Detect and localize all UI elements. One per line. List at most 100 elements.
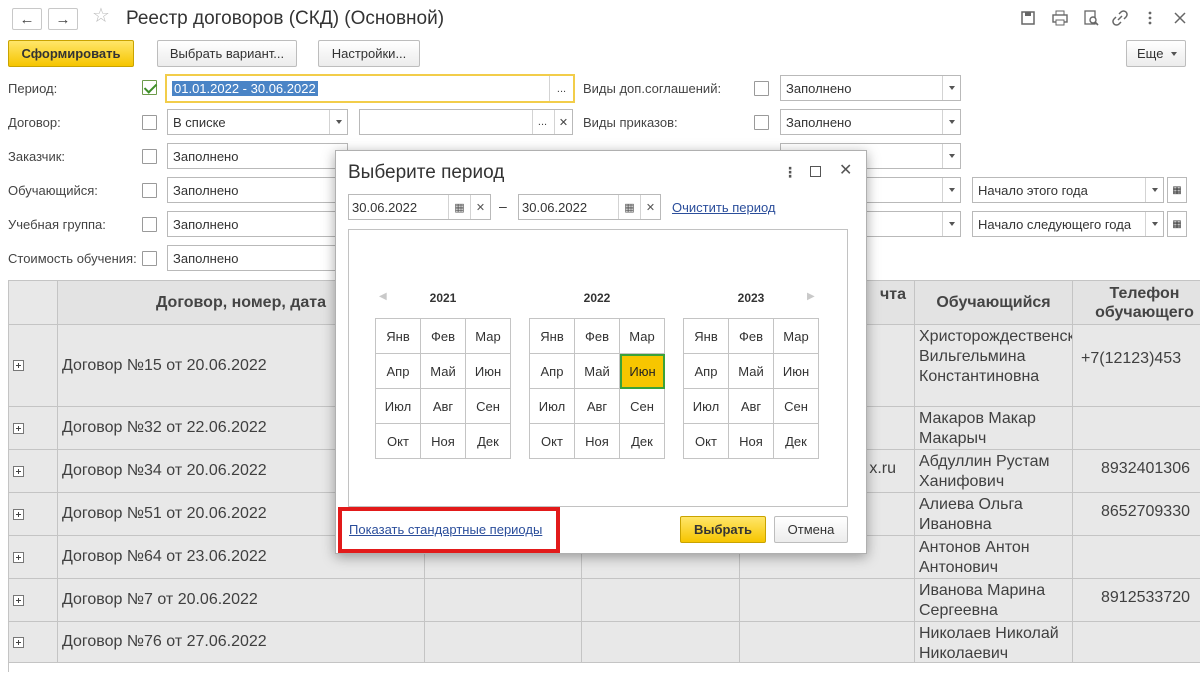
select-button[interactable]: Выбрать <box>680 516 766 543</box>
date-to-field[interactable]: 30.06.2022 ▦ ✕ <box>518 194 661 220</box>
expand-plus-icon[interactable] <box>13 595 24 606</box>
month-cell[interactable]: Ноя <box>729 424 774 459</box>
month-cell[interactable]: Июл <box>530 389 575 424</box>
expand-plus-icon[interactable] <box>13 423 24 434</box>
month-cell[interactable]: Сен <box>466 389 511 424</box>
contract-value-field[interactable]: ... ✕ <box>359 109 573 135</box>
date-from-field[interactable]: 30.06.2022 ▦ ✕ <box>348 194 491 220</box>
month-cell[interactable]: Янв <box>684 319 729 354</box>
expand-plus-icon[interactable] <box>13 360 24 371</box>
dropdown-arrow-icon[interactable] <box>942 178 960 202</box>
calendar-icon[interactable]: ▦ <box>448 195 470 219</box>
month-cell[interactable]: Авг <box>729 389 774 424</box>
expand-plus-icon[interactable] <box>13 637 24 648</box>
dialog-more-icon[interactable]: ⋮ <box>783 165 797 179</box>
contract-comparison-select[interactable]: В списке <box>167 109 348 135</box>
choose-variant-button[interactable]: Выбрать вариант... <box>157 40 297 67</box>
month-cell[interactable]: Май <box>575 354 620 389</box>
month-cell[interactable]: Июл <box>376 389 421 424</box>
back-button[interactable]: ← <box>12 8 42 30</box>
month-cell[interactable]: Мар <box>620 319 665 354</box>
contract-clear-icon[interactable]: ✕ <box>554 110 572 134</box>
month-cell[interactable]: Сен <box>774 389 819 424</box>
month-cell[interactable]: Май <box>729 354 774 389</box>
month-cell[interactable]: Авг <box>421 389 466 424</box>
month-cell[interactable]: Окт <box>684 424 729 459</box>
month-cell[interactable]: Мар <box>466 319 511 354</box>
month-cell[interactable]: Фев <box>729 319 774 354</box>
calendar-icon[interactable]: ▦ <box>1167 211 1187 237</box>
month-cell[interactable]: Мар <box>774 319 819 354</box>
generate-button[interactable]: Сформировать <box>8 40 134 67</box>
contract-checkbox[interactable] <box>142 115 157 130</box>
month-cell[interactable]: Авг <box>575 389 620 424</box>
clear-icon[interactable]: ✕ <box>470 195 490 219</box>
maximize-icon[interactable] <box>810 166 821 177</box>
settings-button[interactable]: Настройки... <box>318 40 420 67</box>
student-select[interactable]: Заполнено <box>167 177 348 203</box>
next-year-start-select[interactable]: Начало следующего года <box>972 211 1164 237</box>
calendar-icon[interactable]: ▦ <box>618 195 640 219</box>
year-start-select[interactable]: Начало этого года <box>972 177 1164 203</box>
close-icon[interactable] <box>1172 10 1188 26</box>
agreements-select[interactable]: Заполнено <box>780 75 961 101</box>
cancel-button[interactable]: Отмена <box>774 516 848 543</box>
month-cell[interactable]: Дек <box>774 424 819 459</box>
dropdown-arrow-icon[interactable] <box>942 212 960 236</box>
month-cell[interactable]: Окт <box>530 424 575 459</box>
clear-period-link[interactable]: Очистить период <box>672 200 776 215</box>
month-cell[interactable]: Июн <box>466 354 511 389</box>
agreements-checkbox[interactable] <box>754 81 769 96</box>
save-icon[interactable] <box>1020 10 1036 26</box>
month-cell[interactable]: Дек <box>466 424 511 459</box>
period-field[interactable]: 01.01.2022 - 30.06.2022 ... <box>165 74 575 103</box>
dropdown-arrow-icon[interactable] <box>329 110 347 134</box>
month-cell[interactable]: Июн <box>774 354 819 389</box>
month-cell-selected[interactable]: Июн <box>620 354 665 389</box>
month-cell[interactable]: Апр <box>376 354 421 389</box>
cost-checkbox[interactable] <box>142 251 157 266</box>
dropdown-arrow-icon[interactable] <box>942 76 960 100</box>
student-checkbox[interactable] <box>142 183 157 198</box>
find-icon[interactable] <box>1083 10 1099 26</box>
calendar-icon[interactable]: ▦ <box>1167 177 1187 203</box>
month-cell[interactable]: Фев <box>575 319 620 354</box>
dropdown-arrow-icon[interactable] <box>1145 212 1163 236</box>
month-cell[interactable]: Май <box>421 354 466 389</box>
group-select[interactable]: Заполнено <box>167 211 348 237</box>
customer-select[interactable]: Заполнено <box>167 143 348 169</box>
month-cell[interactable]: Янв <box>376 319 421 354</box>
more-button[interactable]: Еще <box>1126 40 1186 67</box>
period-select-button[interactable]: ... <box>549 76 573 101</box>
group-checkbox[interactable] <box>142 217 157 232</box>
month-cell[interactable]: Ноя <box>421 424 466 459</box>
dropdown-arrow-icon[interactable] <box>942 110 960 134</box>
expand-plus-icon[interactable] <box>13 509 24 520</box>
month-cell[interactable]: Ноя <box>575 424 620 459</box>
contract-select-button[interactable]: ... <box>532 110 552 134</box>
dropdown-arrow-icon[interactable] <box>942 144 960 168</box>
month-cell[interactable]: Окт <box>376 424 421 459</box>
month-cell[interactable]: Дек <box>620 424 665 459</box>
dropdown-arrow-icon[interactable] <box>1145 178 1163 202</box>
month-cell[interactable]: Янв <box>530 319 575 354</box>
forward-button[interactable]: → <box>48 8 78 30</box>
orders-checkbox[interactable] <box>754 115 769 130</box>
customer-checkbox[interactable] <box>142 149 157 164</box>
month-cell[interactable]: Сен <box>620 389 665 424</box>
orders-select[interactable]: Заполнено <box>780 109 961 135</box>
expand-plus-icon[interactable] <box>13 552 24 563</box>
month-cell[interactable]: Апр <box>530 354 575 389</box>
close-icon[interactable]: ✕ <box>839 163 852 179</box>
month-cell[interactable]: Апр <box>684 354 729 389</box>
link-icon[interactable] <box>1112 10 1128 26</box>
month-cell[interactable]: Фев <box>421 319 466 354</box>
expand-plus-icon[interactable] <box>13 466 24 477</box>
print-icon[interactable] <box>1052 10 1068 26</box>
period-checkbox[interactable] <box>142 80 157 95</box>
clear-icon[interactable]: ✕ <box>640 195 660 219</box>
month-cell[interactable]: Июл <box>684 389 729 424</box>
cost-select[interactable]: Заполнено <box>167 245 348 271</box>
more-menu-icon[interactable] <box>1142 10 1158 26</box>
favorite-star-icon[interactable]: ☆ <box>92 6 110 26</box>
